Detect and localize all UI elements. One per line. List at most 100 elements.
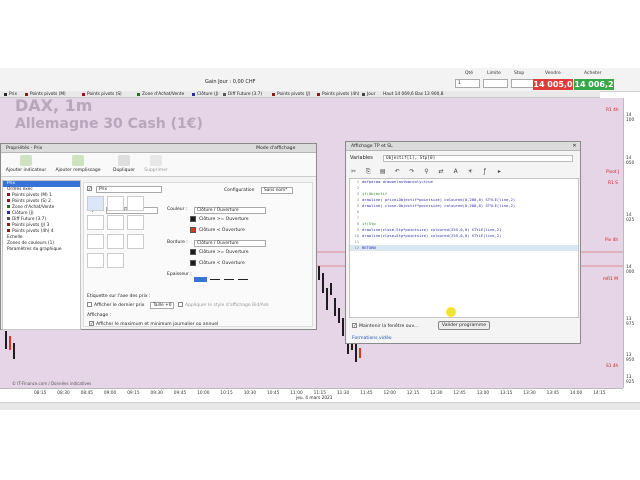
tab-jour[interactable]: Jour <box>362 91 375 98</box>
validate-program-button[interactable]: Valider programme <box>438 321 490 330</box>
color-swatch-icon <box>7 193 10 196</box>
tab-cloture-j[interactable]: Clôture (J) <box>192 91 219 98</box>
redo-icon[interactable]: ↷ <box>407 168 416 176</box>
tree-item-label: Points pivots (S) 2 <box>12 199 51 204</box>
kagi-style-icon[interactable] <box>107 253 124 268</box>
blank-area <box>0 410 640 480</box>
step-style-icon[interactable] <box>107 234 124 249</box>
thickness-option[interactable] <box>224 279 234 280</box>
tree-item-parametres[interactable]: Paramètres du graphique <box>3 247 80 253</box>
price-axis[interactable]: 14 100 14 050 14 025 14 000 13 975 13 95… <box>623 98 640 388</box>
insert-icon[interactable]: ▸ <box>495 168 504 176</box>
add-indicator-button[interactable]: Ajouter indicateur <box>1 155 51 173</box>
screen: Gain Jour : 0,00 CHF Qté 1 Limite Stop V… <box>0 0 640 480</box>
hollow-candle-icon[interactable] <box>127 196 144 211</box>
histogram-icon[interactable] <box>127 215 144 230</box>
x-tick: 13:15 <box>500 391 513 396</box>
tree-item-label: Diff Future (3.7) <box>12 217 47 222</box>
add-indicator-icon <box>20 155 32 166</box>
bar-style-icon[interactable] <box>107 196 124 211</box>
tab-label: Clôture (J) <box>197 92 219 97</box>
tab-points-pivots-j[interactable]: Points pivots (J) <box>272 91 310 98</box>
down-color-swatch[interactable] <box>190 227 196 233</box>
zoom-icon[interactable]: A <box>451 168 460 176</box>
couleur-select[interactable]: Clôture / Ouverture <box>194 207 266 214</box>
bid-ask-toggle[interactable]: Appliquer le style d'affichage Bid/Ask <box>178 302 269 308</box>
code-area[interactable]: 1 defparam drawonlastbaronly=true 2 3 if(O… <box>349 178 579 318</box>
mouse-cursor-highlight <box>446 307 456 317</box>
copy-icon[interactable]: ⎘ <box>364 168 373 176</box>
display-mode-label[interactable]: Mode d'affichage <box>256 144 295 153</box>
sell-button[interactable]: 14 005,0 <box>533 79 573 90</box>
color-swatch-icon <box>7 199 10 202</box>
code-text: if(Objectif <box>362 191 388 196</box>
thickness-option[interactable] <box>210 279 220 280</box>
thickness-option[interactable] <box>238 279 248 280</box>
checkbox[interactable] <box>178 302 183 307</box>
thickness-option[interactable] <box>194 277 207 282</box>
area-style-icon[interactable] <box>87 234 104 249</box>
paste-icon[interactable]: ▤ <box>378 168 387 176</box>
checkbox[interactable] <box>87 302 92 307</box>
tree-item-label: Zones de couleurs (1) <box>7 241 55 246</box>
cut-icon[interactable]: ✂ <box>349 168 358 176</box>
tab-diff-future[interactable]: Diff Future (3.7) <box>223 91 262 98</box>
tree-item-label: Clôture (J) <box>12 211 34 216</box>
tab-zone-achat-vente[interactable]: Zone d'Achat/Vente <box>137 91 184 98</box>
tab-points-pivots-4h[interactable]: Points pivots (4h) <box>317 91 359 98</box>
editor-titlebar[interactable]: Affichage TP et SL ✕ <box>346 142 580 151</box>
undo-icon[interactable]: ↶ <box>393 168 402 176</box>
heikin-ashi-icon[interactable] <box>127 234 144 249</box>
candle-style-icon[interactable] <box>87 196 104 211</box>
x-tick: 12:15 <box>406 391 420 396</box>
size-select[interactable]: Taille +0 <box>150 302 174 309</box>
renko-style-icon[interactable] <box>87 253 104 268</box>
properties-titlebar[interactable]: Propriétés - Prix Mode d'affichage <box>1 144 316 153</box>
checkbox[interactable]: ✓ <box>87 186 92 192</box>
chart-instrument-title: DAX, 1m <box>15 96 93 115</box>
y-tick: 13 975 <box>626 317 635 327</box>
border-down-swatch[interactable] <box>190 260 196 266</box>
delete-button[interactable]: Supprimer <box>131 155 181 173</box>
search-icon[interactable]: ⚲ <box>422 168 431 176</box>
level-label: mR1 M <box>603 277 618 282</box>
y-tick: 14 025 <box>626 213 635 223</box>
checkbox[interactable]: ✓ <box>352 323 357 329</box>
video-training-link[interactable]: Formations vidéo <box>352 336 392 341</box>
thickness-selector[interactable] <box>194 277 254 282</box>
x-tick: 09:00 <box>103 391 117 396</box>
chart-scrollbar[interactable] <box>0 402 640 410</box>
visible-toggle[interactable]: ✓ <box>87 186 94 192</box>
bulb-icon[interactable]: ☀ <box>466 168 475 176</box>
point-style-icon[interactable] <box>107 215 124 230</box>
y-tick: 13 925 <box>626 375 635 385</box>
line-style-icon[interactable] <box>87 215 104 230</box>
color-swatch-icon <box>223 93 226 96</box>
indicator-name-select[interactable]: Prix <box>96 186 162 193</box>
checkbox[interactable]: ✓ <box>89 321 94 327</box>
function-icon[interactable]: ƒ <box>480 168 489 176</box>
tab-label: Points pivots (4h) <box>322 92 360 97</box>
bordure-select[interactable]: Clôture / Ouverture <box>194 240 266 247</box>
button-label: Supprimer <box>144 168 168 173</box>
up-color-swatch[interactable] <box>190 216 196 222</box>
high-low-readout: Haut 14 069,6 Bas 13 900,8 <box>383 92 444 97</box>
border-down-label: Clôture < Ouverture <box>199 261 245 266</box>
y-tick: 14 100 <box>626 113 635 123</box>
variables-input[interactable]: Objectif[1], Stp[0] <box>383 155 573 162</box>
limite-input[interactable] <box>483 79 508 88</box>
max-min-toggle[interactable]: ✓ Afficher le maximum et minimum journali… <box>89 321 218 327</box>
x-tick: 10:45 <box>267 391 280 396</box>
replace-icon[interactable]: ⇄ <box>437 168 446 176</box>
trash-icon <box>150 155 162 166</box>
x-tick: 09:30 <box>150 391 163 396</box>
last-price-toggle[interactable]: Afficher le dernier prix <box>87 302 144 308</box>
close-icon[interactable]: ✕ <box>571 143 578 150</box>
keep-open-toggle[interactable]: ✓ Maintenir la fenêtre ouv... <box>352 323 418 329</box>
buy-button[interactable]: 14 006,2 <box>574 79 614 90</box>
qte-input[interactable]: 1 <box>455 79 480 88</box>
border-up-swatch[interactable] <box>190 249 196 255</box>
config-select[interactable]: Sans nom* <box>261 187 293 194</box>
x-tick: 08:15 <box>34 391 47 396</box>
add-fill-button[interactable]: Ajouter remplissage <box>53 155 103 173</box>
